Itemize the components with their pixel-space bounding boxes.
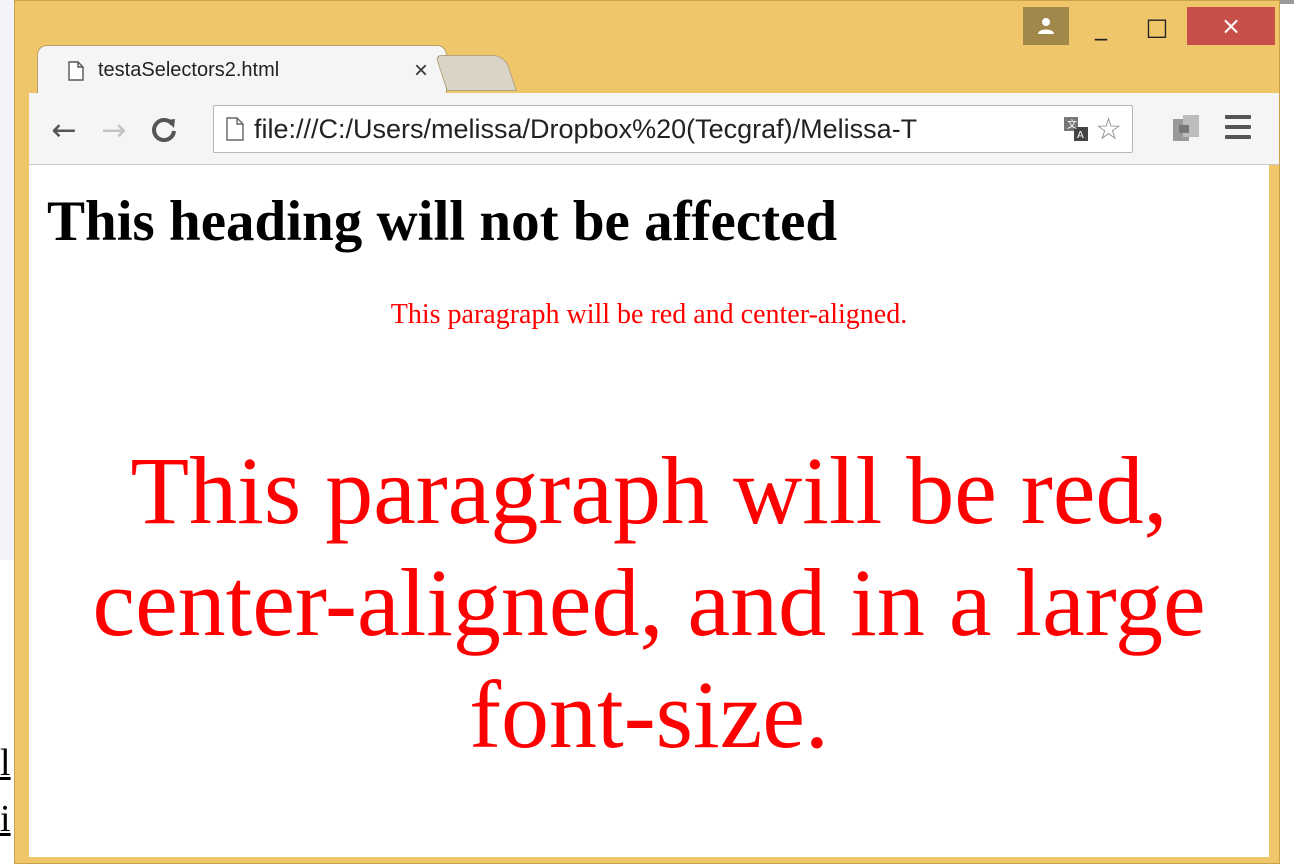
- maximize-icon: □: [1145, 13, 1169, 41]
- bookmark-star-icon[interactable]: ☆: [1095, 112, 1122, 147]
- forward-arrow-icon: →: [101, 112, 127, 148]
- background-window: [0, 0, 15, 560]
- minimize-icon: _: [1095, 13, 1107, 41]
- forward-button[interactable]: →: [97, 112, 131, 148]
- browser-window: _ □ × testaSelectors2.html × ← → file://…: [14, 0, 1280, 864]
- paragraph-red-centered: This paragraph will be red and center-al…: [390, 299, 908, 330]
- reload-icon: [152, 118, 176, 143]
- tab-close-icon[interactable]: ×: [414, 57, 428, 85]
- background-text: i: [0, 800, 11, 838]
- maximize-button[interactable]: □: [1129, 7, 1185, 47]
- toolbar: ← → file:///C:/Users/melissa/Dropbox%20(…: [29, 93, 1279, 165]
- url-text[interactable]: file:///C:/Users/melissa/Dropbox%20(Tecg…: [254, 114, 1063, 145]
- svg-text:A: A: [1077, 130, 1084, 141]
- back-arrow-icon: ←: [51, 112, 77, 148]
- profile-button[interactable]: [1023, 7, 1069, 45]
- page-icon: [68, 60, 84, 81]
- background-text: l: [0, 744, 11, 782]
- new-tab-button[interactable]: [435, 55, 517, 91]
- back-button[interactable]: ←: [47, 112, 81, 148]
- user-icon: [1038, 18, 1054, 34]
- tab-title: testaSelectors2.html: [98, 59, 280, 81]
- reload-button[interactable]: [147, 113, 181, 147]
- page-icon: [226, 117, 244, 141]
- close-icon: ×: [1220, 12, 1242, 40]
- address-bar[interactable]: file:///C:/Users/melissa/Dropbox%20(Tecg…: [213, 105, 1133, 153]
- page-heading: This heading will not be affected: [47, 190, 838, 253]
- minimize-button[interactable]: _: [1073, 7, 1129, 47]
- svg-text:文: 文: [1067, 118, 1077, 131]
- tab-active[interactable]: testaSelectors2.html ×: [37, 45, 447, 95]
- translate-icon[interactable]: 文 A: [1063, 116, 1089, 142]
- page-content: This heading will not be affected This p…: [29, 165, 1269, 857]
- menu-icon[interactable]: [1225, 115, 1251, 143]
- paragraph-red-large: This paragraph will be red, center-align…: [92, 437, 1206, 768]
- close-window-button[interactable]: ×: [1187, 7, 1275, 45]
- extension-icon[interactable]: [1169, 111, 1205, 147]
